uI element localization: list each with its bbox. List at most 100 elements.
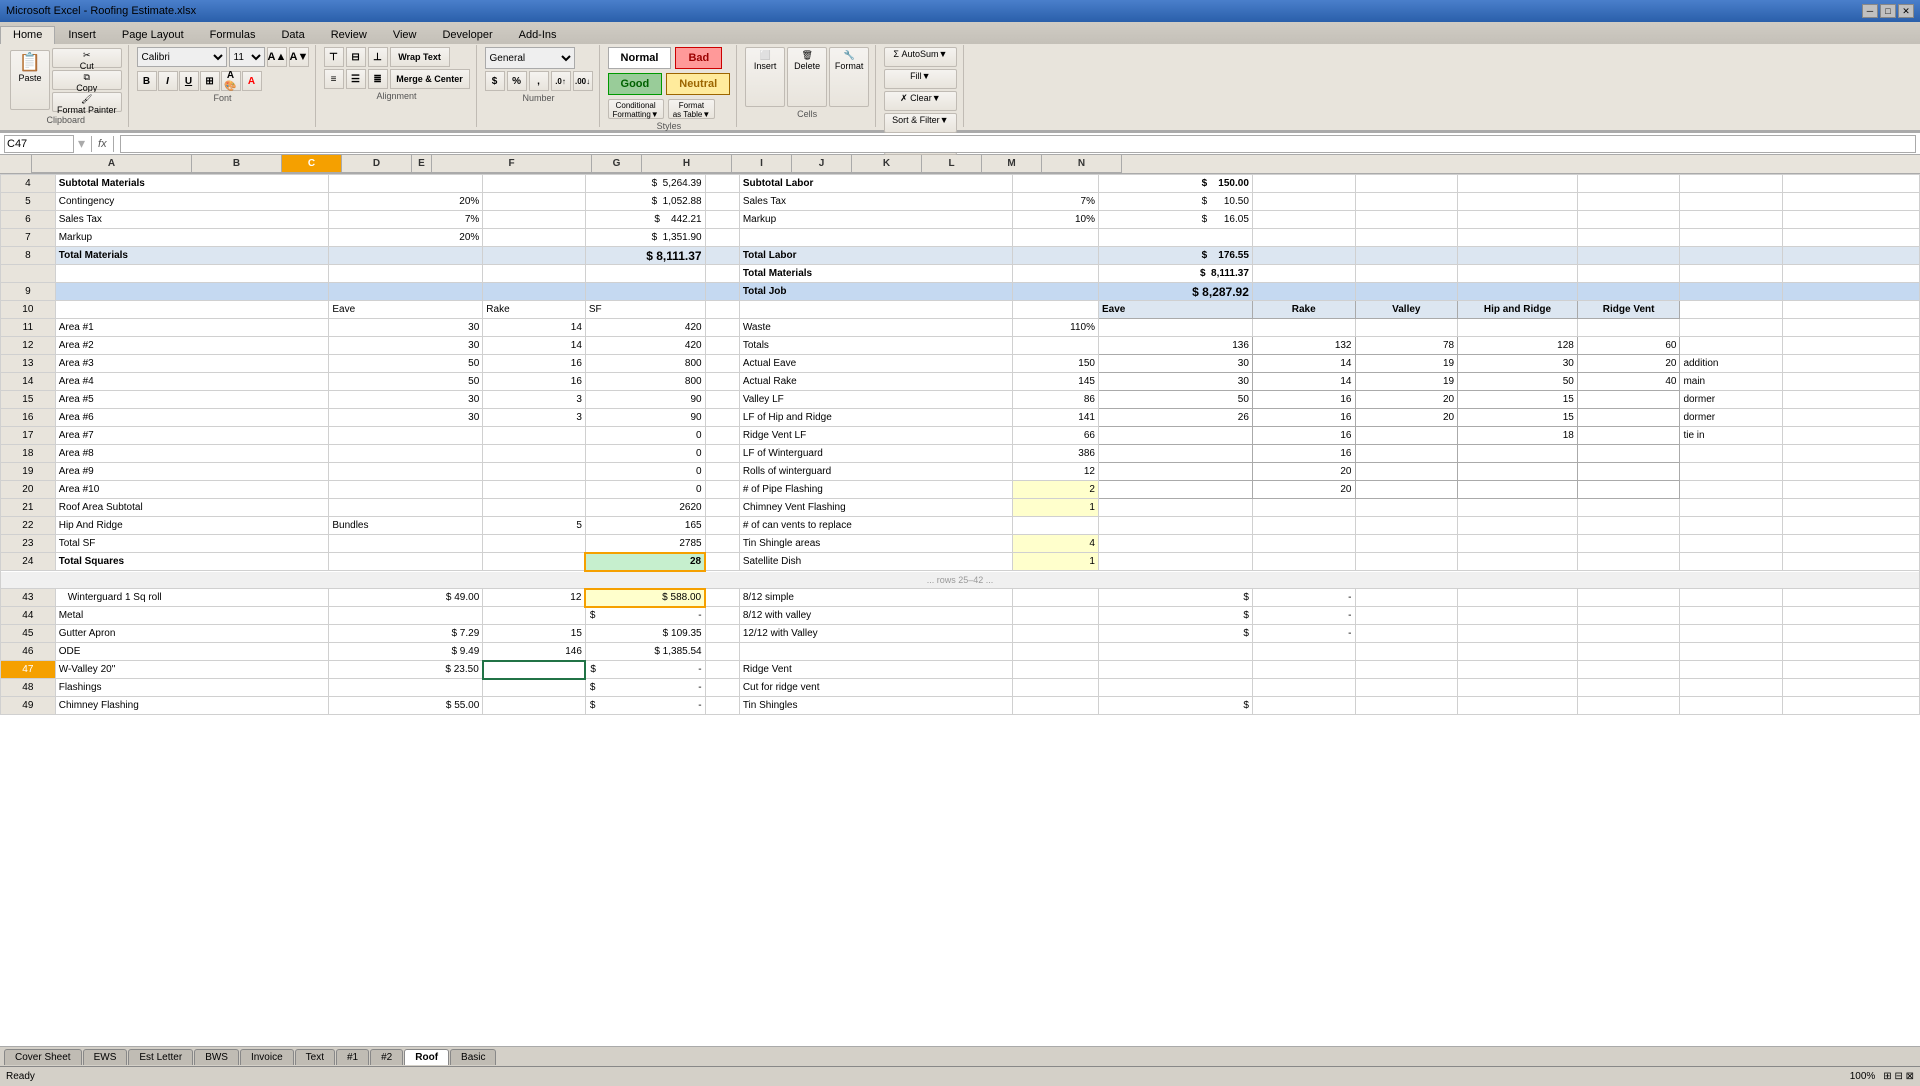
cell-N47[interactable] <box>1783 661 1920 679</box>
delete-button[interactable]: 🗑 Delete <box>787 47 827 107</box>
tab-cover-sheet[interactable]: Cover Sheet <box>4 1049 82 1065</box>
cell-H6[interactable]: $ 16.05 <box>1098 211 1252 229</box>
cell-B46[interactable]: $ 9.49 <box>329 643 483 661</box>
row-num-9[interactable]: 9 <box>1 283 56 301</box>
paste-button[interactable]: 📋 Paste <box>10 50 50 110</box>
cell-A17[interactable]: Area #7 <box>55 427 329 445</box>
cell-J43[interactable] <box>1355 589 1458 607</box>
cell-L10[interactable]: Ridge Vent <box>1577 301 1680 319</box>
cell-J13[interactable]: 19 <box>1355 355 1458 373</box>
cell-C24[interactable] <box>483 553 586 571</box>
cell-J8b[interactable] <box>1355 265 1458 283</box>
cell-E46[interactable] <box>705 643 739 661</box>
bold-button[interactable]: B <box>137 71 157 91</box>
cell-J7[interactable] <box>1355 229 1458 247</box>
row-num-11[interactable]: 11 <box>1 319 56 337</box>
cell-H5[interactable]: $ 10.50 <box>1098 193 1252 211</box>
cell-C9[interactable] <box>483 283 586 301</box>
cell-L14[interactable]: 40 <box>1577 373 1680 391</box>
cell-A48[interactable]: Flashings <box>55 679 329 697</box>
cell-I44[interactable]: - <box>1252 607 1355 625</box>
cell-G21[interactable]: 1 <box>1013 499 1099 517</box>
cell-E12[interactable] <box>705 337 739 355</box>
row-num-18[interactable]: 18 <box>1 445 56 463</box>
cell-L17[interactable] <box>1577 427 1680 445</box>
cell-N23[interactable] <box>1783 535 1920 553</box>
increase-font-button[interactable]: A▲ <box>267 47 287 67</box>
cell-B47[interactable]: $ 23.50 <box>329 661 483 679</box>
cell-J23[interactable] <box>1355 535 1458 553</box>
cell-I13[interactable]: 14 <box>1252 355 1355 373</box>
style-neutral[interactable]: Neutral <box>666 73 730 95</box>
cell-B18[interactable] <box>329 445 483 463</box>
row-num-43[interactable]: 43 <box>1 589 56 607</box>
row-num-24[interactable]: 24 <box>1 553 56 571</box>
cell-F7[interactable] <box>739 229 1013 247</box>
cell-E19[interactable] <box>705 463 739 481</box>
close-button[interactable]: ✕ <box>1898 4 1914 18</box>
cell-A11[interactable]: Area #1 <box>55 319 329 337</box>
tab-num2[interactable]: #2 <box>370 1049 403 1065</box>
cell-G17[interactable]: 66 <box>1013 427 1099 445</box>
cell-C4[interactable] <box>483 175 586 193</box>
cell-C5[interactable] <box>483 193 586 211</box>
cell-F45[interactable]: 12/12 with Valley <box>739 625 1013 643</box>
cell-K13[interactable]: 30 <box>1458 355 1578 373</box>
cell-H9[interactable]: $ 8,287.92 <box>1098 283 1252 301</box>
cell-C47-active[interactable] <box>483 661 586 679</box>
cell-J45[interactable] <box>1355 625 1458 643</box>
cell-H49[interactable]: $ <box>1098 697 1252 715</box>
cell-G6[interactable]: 10% <box>1013 211 1099 229</box>
copy-button[interactable]: ⧉ Copy <box>52 70 122 90</box>
cell-A8b[interactable] <box>55 265 329 283</box>
cell-G20[interactable]: 2 <box>1013 481 1099 499</box>
cell-M44[interactable] <box>1680 607 1783 625</box>
row-num-7[interactable]: 7 <box>1 229 56 247</box>
cell-C22[interactable]: 5 <box>483 517 586 535</box>
cell-G10[interactable] <box>1013 301 1099 319</box>
row-num-17[interactable]: 17 <box>1 427 56 445</box>
cell-E45[interactable] <box>705 625 739 643</box>
cell-F18[interactable]: LF of Winterguard <box>739 445 1013 463</box>
cell-N20[interactable] <box>1783 481 1920 499</box>
row-num-8b[interactable] <box>1 265 56 283</box>
cell-E21[interactable] <box>705 499 739 517</box>
cell-I45[interactable]: - <box>1252 625 1355 643</box>
cell-D8[interactable]: $ 8,111.37 <box>585 247 705 265</box>
tab-basic[interactable]: Basic <box>450 1049 496 1065</box>
row-num-4[interactable]: 4 <box>1 175 56 193</box>
row-num-16[interactable]: 16 <box>1 409 56 427</box>
cell-A21[interactable]: Roof Area Subtotal <box>55 499 329 517</box>
cell-J5[interactable] <box>1355 193 1458 211</box>
cell-F47[interactable]: Ridge Vent <box>739 661 1013 679</box>
cell-F6[interactable]: Markup <box>739 211 1013 229</box>
cell-K45[interactable] <box>1458 625 1578 643</box>
tab-page-layout[interactable]: Page Layout <box>109 26 197 44</box>
cell-D17[interactable]: 0 <box>585 427 705 445</box>
font-color-button[interactable]: A <box>242 71 262 91</box>
cell-I11[interactable] <box>1252 319 1355 337</box>
tab-view[interactable]: View <box>380 26 430 44</box>
cell-I47[interactable] <box>1252 661 1355 679</box>
cell-M14[interactable]: main <box>1680 373 1783 391</box>
cell-M13[interactable]: addition <box>1680 355 1783 373</box>
cell-K48[interactable] <box>1458 679 1578 697</box>
cell-J48[interactable] <box>1355 679 1458 697</box>
cell-B10[interactable]: Eave <box>329 301 483 319</box>
cell-I49[interactable] <box>1252 697 1355 715</box>
cell-L15[interactable] <box>1577 391 1680 409</box>
cell-C17[interactable] <box>483 427 586 445</box>
cell-N8[interactable] <box>1783 247 1920 265</box>
cell-K23[interactable] <box>1458 535 1578 553</box>
cell-B22[interactable]: Bundles <box>329 517 483 535</box>
cell-I8[interactable] <box>1252 247 1355 265</box>
cell-A12[interactable]: Area #2 <box>55 337 329 355</box>
cell-B14[interactable]: 50 <box>329 373 483 391</box>
col-header-L[interactable]: L <box>922 155 982 173</box>
cell-I43[interactable]: - <box>1252 589 1355 607</box>
cell-G44[interactable] <box>1013 607 1099 625</box>
decrease-font-button[interactable]: A▼ <box>289 47 309 67</box>
tab-data[interactable]: Data <box>268 26 317 44</box>
cell-F8[interactable]: Total Labor <box>739 247 1013 265</box>
align-bottom-button[interactable]: ⊥ <box>368 47 388 67</box>
